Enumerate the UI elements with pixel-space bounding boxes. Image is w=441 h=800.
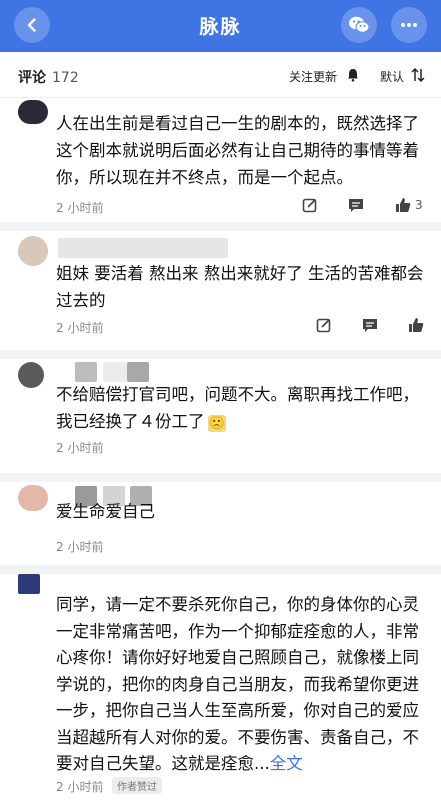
comment-item: 姐妹 要活着 熬出来 熬出来就好了 生活的苦难都会过去的 2 小时前 — [0, 231, 441, 350]
edit-share-icon — [302, 198, 317, 213]
redacted-username — [58, 238, 228, 258]
more-options-button[interactable] — [391, 7, 427, 43]
divider — [0, 565, 441, 574]
comment-icon — [349, 199, 363, 212]
avatar[interactable] — [18, 236, 48, 266]
comment-item: 同学，请一定不要杀死你自己，你的身体你的心灵一定非常痛苦吧，作为一个抑郁症痊愈的… — [0, 574, 441, 800]
avatar[interactable] — [18, 100, 48, 124]
like-count: 3 — [415, 198, 423, 212]
comment-time: 2 小时前 — [56, 201, 104, 215]
comment-time: 2 小时前 — [56, 321, 104, 335]
divider — [0, 473, 441, 482]
like-button[interactable]: 3 — [395, 197, 423, 213]
comment-time: 2 小时前 — [56, 540, 104, 554]
wechat-share-button[interactable] — [341, 7, 377, 43]
comment-time: 2 小时前 — [56, 780, 104, 794]
thumbs-up-icon — [396, 198, 411, 212]
more-dots-icon — [401, 23, 417, 27]
reply-button[interactable] — [348, 197, 364, 213]
repost-button[interactable] — [316, 317, 332, 333]
comment-text: 不给赔偿打官司吧，问题不大。离职再找工作吧，我已经换了４份工了 🙁 — [56, 385, 419, 432]
read-more-link[interactable]: 全文 — [270, 754, 303, 773]
comment-count: 评论 172 — [18, 70, 79, 86]
redacted-username — [127, 362, 149, 382]
comment-item: 不给赔偿打官司吧，问题不大。离职再找工作吧，我已经换了４份工了 🙁 2 小时前 — [0, 359, 441, 473]
comment-time: 2 小时前 — [56, 441, 104, 455]
redacted-username — [75, 362, 97, 382]
avatar[interactable] — [18, 574, 40, 594]
reply-button[interactable] — [362, 317, 378, 333]
author-liked-badge: 作者赞过 — [112, 777, 162, 794]
comment-icon — [363, 319, 377, 332]
divider — [0, 350, 441, 359]
like-button[interactable] — [408, 317, 424, 333]
follow-updates-button[interactable]: 关注更新 — [289, 68, 337, 85]
comment-text: 同学，请一定不要杀死你自己，你的身体你的心灵一定非常痛苦吧，作为一个抑郁症痊愈的… — [56, 595, 419, 773]
redacted-username — [103, 362, 127, 382]
comment-item: 爱生命爱自己 2 小时前 — [0, 482, 441, 565]
default-sort-button[interactable]: 默认 — [380, 68, 404, 85]
avatar[interactable] — [18, 485, 48, 511]
thumbs-up-icon — [409, 318, 424, 332]
sort-icon[interactable] — [411, 67, 425, 83]
top-bar: 脉脉 — [0, 0, 441, 52]
comment-item: 人在出生前是看过自己一生的剧本的，既然选择了这个剧本就说明后面必然有让自己期待的… — [0, 98, 441, 222]
bell-icon[interactable] — [347, 68, 359, 82]
wechat-icon — [349, 16, 370, 33]
divider — [0, 222, 441, 231]
avatar[interactable] — [18, 362, 44, 388]
comment-text: 人在出生前是看过自己一生的剧本的，既然选择了这个剧本就说明后面必然有让自己期待的… — [56, 114, 419, 187]
edit-share-icon — [316, 318, 331, 333]
comment-text: 姐妹 要活着 熬出来 熬出来就好了 生活的苦难都会过去的 — [56, 264, 424, 310]
comment-sort-bar: 评论 172 关注更新 默认 — [0, 52, 441, 98]
repost-button[interactable] — [302, 197, 318, 213]
comment-text: 爱生命爱自己 — [56, 502, 155, 521]
emoji: 🙁 — [207, 415, 226, 432]
